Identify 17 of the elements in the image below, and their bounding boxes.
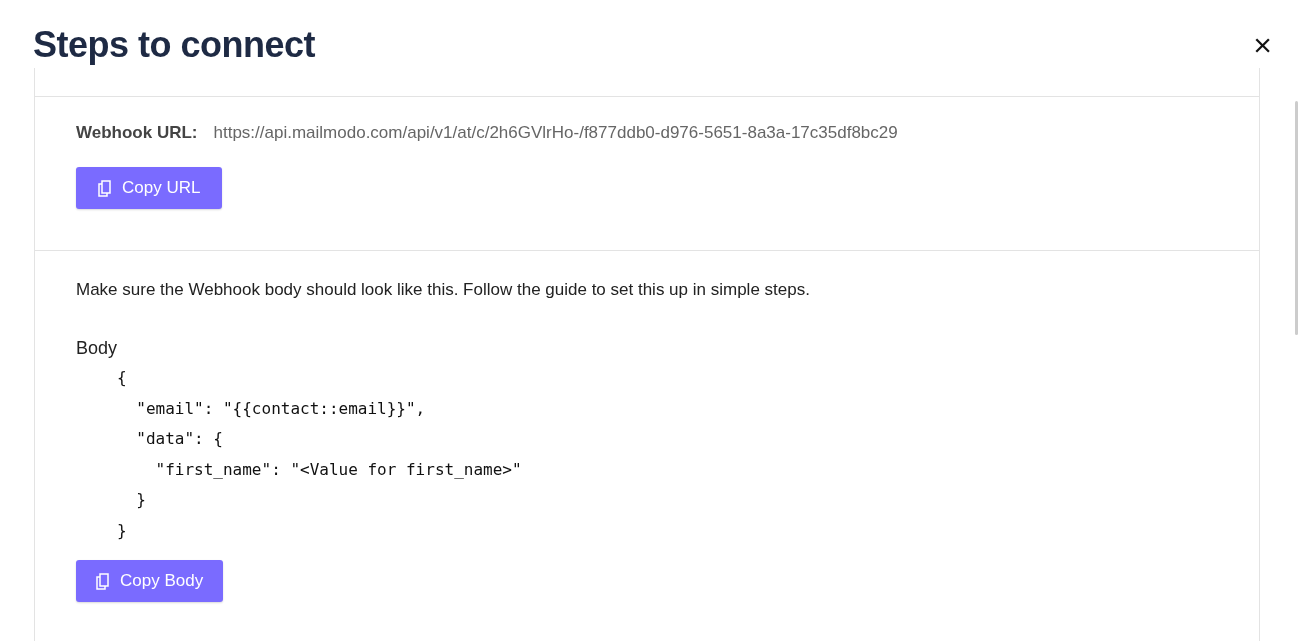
code-line: } (135, 489, 147, 511)
body-label: Body (76, 338, 119, 359)
code-line: "first_name": "<Value for first_name>" (154, 458, 523, 481)
code-line: } (117, 519, 128, 542)
scrollbar[interactable] (1295, 101, 1298, 335)
code-line: "email": "{{contact::email}}", (135, 397, 427, 420)
code-line: "data": { (135, 428, 224, 450)
instruction-text: Make sure the Webhook body should look like this. Follow the guide to set this up in simple steps. (76, 280, 811, 300)
dialog-title: Steps to connect (33, 24, 316, 66)
close-button[interactable]: × (1253, 29, 1272, 61)
copy-icon (98, 179, 112, 197)
copy-url-button[interactable]: Copy URL (76, 167, 223, 209)
copy-body-button[interactable]: Copy Body (76, 560, 224, 602)
copy-icon (96, 572, 110, 590)
webhook-url-label: Webhook URL: (76, 123, 198, 143)
code-line: { (117, 367, 128, 389)
webhook-url: https://api.mailmodo.com/api/v1/at/c/2h6GVlrHo-/f877ddb0-d976-5651-8a3a-17c35df8bc29 (213, 123, 898, 143)
